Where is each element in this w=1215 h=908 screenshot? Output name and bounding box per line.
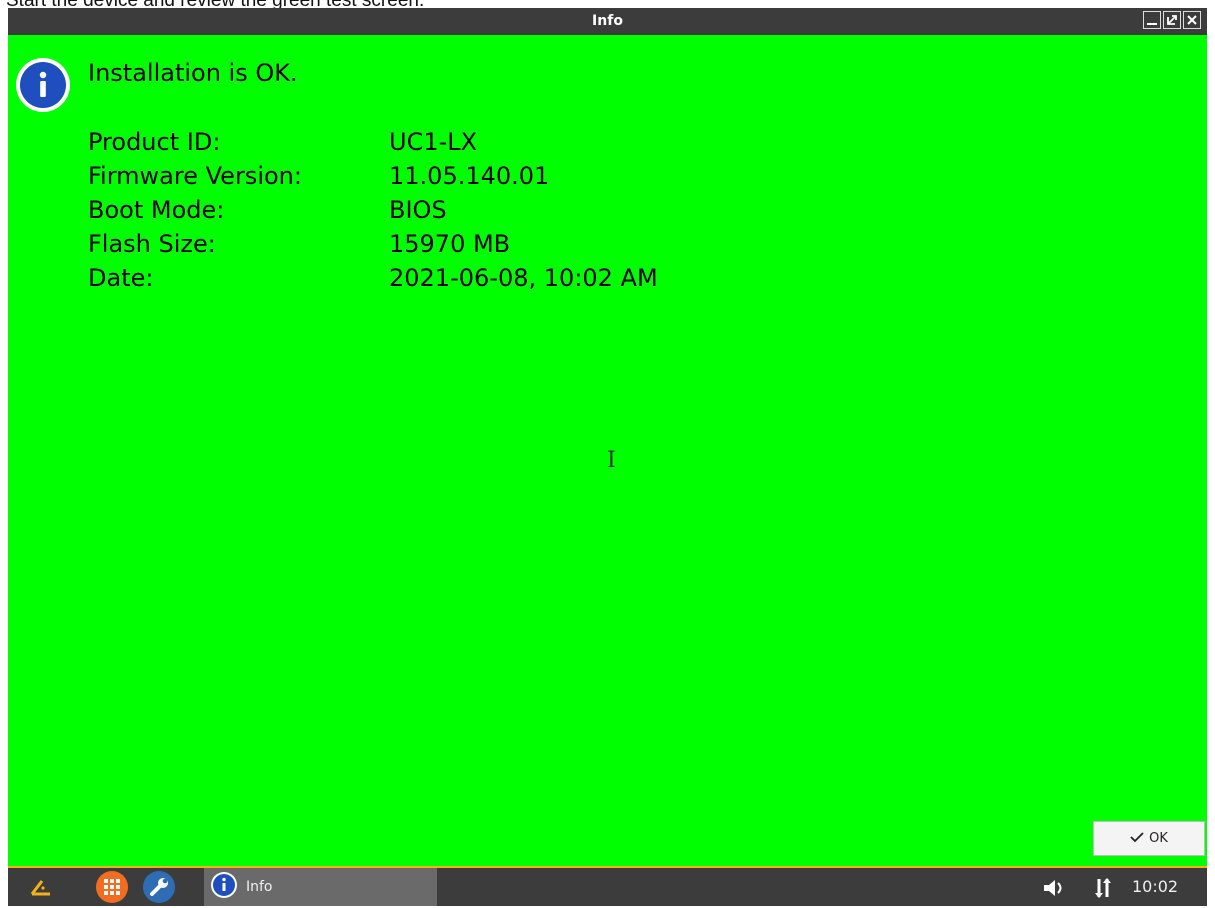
detail-row-firmware-version: Firmware Version: 11.05.140.01 (88, 159, 658, 193)
ok-button[interactable]: OK (1093, 821, 1205, 856)
detail-value: BIOS (389, 196, 447, 224)
close-icon[interactable] (1183, 11, 1201, 29)
wrench-icon[interactable] (142, 870, 176, 908)
device-details: Product ID: UC1-LX Firmware Version: 11.… (88, 125, 658, 295)
status-message: Installation is OK. (88, 59, 298, 87)
detail-row-date: Date: 2021-06-08, 10:02 AM (88, 261, 658, 295)
taskbar: Info 10:02 (8, 866, 1207, 906)
detail-value: 11.05.140.01 (389, 162, 550, 190)
logo-icon[interactable] (30, 877, 52, 901)
clock: 10:02 (1132, 877, 1179, 896)
detail-row-product-id: Product ID: UC1-LX (88, 125, 658, 159)
dialog-content: Installation is OK. Product ID: UC1-LX F… (8, 35, 1207, 866)
detail-label: Product ID: (88, 128, 221, 156)
window-controls (1143, 11, 1201, 31)
minimize-icon[interactable] (1143, 11, 1161, 29)
detail-value: UC1-LX (389, 128, 478, 156)
detail-label: Date: (88, 264, 154, 292)
checkmark-icon (1130, 831, 1144, 847)
detail-label: Boot Mode: (88, 196, 225, 224)
detail-label: Flash Size: (88, 230, 216, 258)
network-icon[interactable] (1092, 877, 1114, 903)
window-titlebar[interactable]: Info (8, 8, 1207, 35)
detail-value: 2021-06-08, 10:02 AM (389, 264, 658, 292)
task-label: Info (246, 879, 273, 895)
info-window: Info Installation is OK. Product ID: UC1… (8, 8, 1207, 866)
taskbar-task-info[interactable]: Info (204, 868, 437, 906)
app-grid-icon[interactable] (95, 870, 129, 908)
restore-icon[interactable] (1163, 11, 1181, 29)
detail-row-boot-mode: Boot Mode: BIOS (88, 193, 658, 227)
detail-label: Firmware Version: (88, 162, 302, 190)
detail-value: 15970 MB (389, 230, 511, 258)
text-cursor-icon: I (607, 448, 616, 473)
volume-icon[interactable] (1042, 878, 1068, 902)
info-icon (210, 871, 238, 903)
ok-button-label: OK (1149, 831, 1168, 846)
info-icon (15, 57, 71, 113)
detail-row-flash-size: Flash Size: 15970 MB (88, 227, 658, 261)
window-title: Info (592, 13, 623, 29)
